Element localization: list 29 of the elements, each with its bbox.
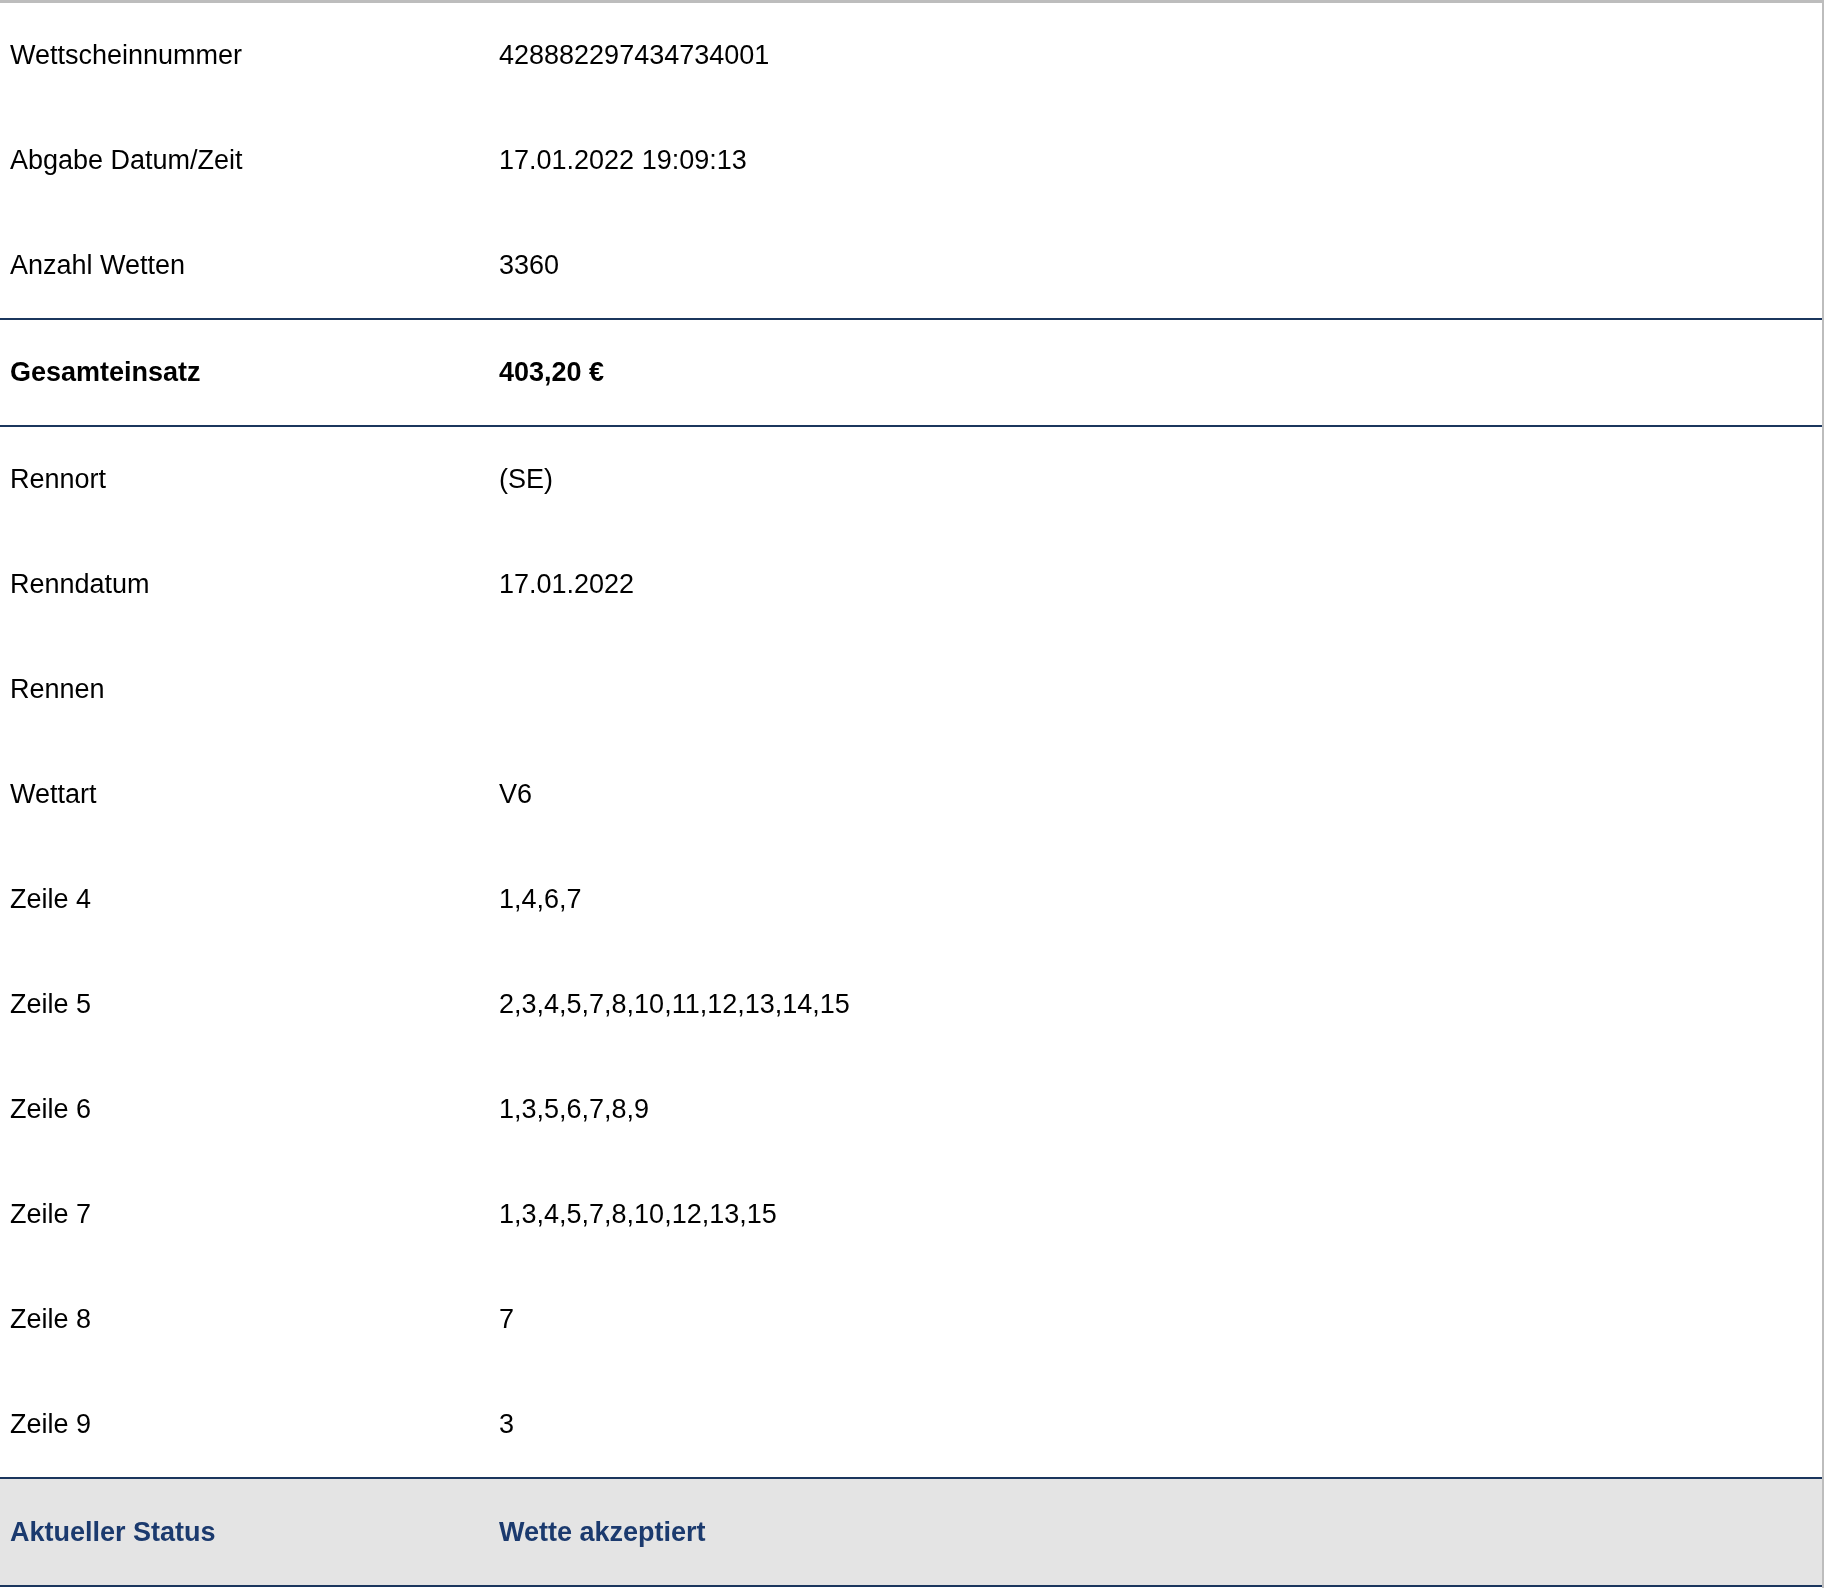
field-label: Anzahl Wetten xyxy=(10,250,186,281)
field-label: Zeile 5 xyxy=(10,989,92,1020)
field-value: 7 xyxy=(499,1303,515,1337)
field-value: 2,3,4,5,7,8,10,11,12,13,14,15 xyxy=(499,988,850,1022)
field-label: Gesamteinsatz xyxy=(10,357,201,388)
field-value: 17.01.2022 19:09:13 xyxy=(499,144,747,178)
field-label: Wettart xyxy=(10,779,97,810)
field-value: 428882297434734001 xyxy=(499,39,770,73)
field-label: Rennen xyxy=(10,674,105,705)
field-value: Wette akzeptiert xyxy=(499,1515,706,1549)
field-value: 403,20 € xyxy=(499,356,605,390)
field-label: Rennort xyxy=(10,464,107,495)
field-value: 1,4,6,7 xyxy=(499,883,582,917)
field-label: Zeile 7 xyxy=(10,1199,92,1230)
field-label: Zeile 8 xyxy=(10,1304,92,1335)
field-label: Zeile 9 xyxy=(10,1409,92,1440)
field-value: 3360 xyxy=(499,249,560,283)
field-label: Renndatum xyxy=(10,569,150,600)
field-value: 1,3,4,5,7,8,10,12,13,15 xyxy=(499,1198,777,1232)
field-label: Abgabe Datum/Zeit xyxy=(10,145,243,176)
field-value: (SE) xyxy=(499,463,553,497)
field-label: Aktueller Status xyxy=(10,1516,216,1547)
field-label: Wettscheinnummer xyxy=(10,40,243,71)
field-label: Zeile 6 xyxy=(10,1094,92,1125)
field-value: 17.01.2022 xyxy=(499,568,635,602)
field-value: 3 xyxy=(499,1408,515,1442)
field-value: 1,3,5,6,7,8,9 xyxy=(499,1093,650,1127)
field-label: Zeile 4 xyxy=(10,884,92,915)
field-value: V6 xyxy=(499,778,533,812)
